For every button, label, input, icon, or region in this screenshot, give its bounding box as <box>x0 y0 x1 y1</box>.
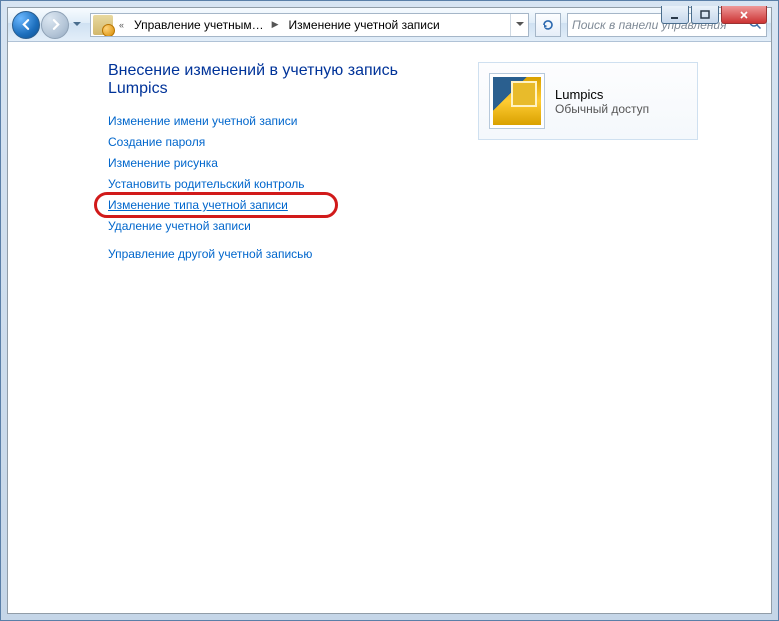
control-panel-icon <box>93 15 113 35</box>
breadcrumb-parent[interactable]: Управление учетным… <box>128 14 268 36</box>
chevron-left-icon: « <box>115 20 128 30</box>
page-title: Внесение изменений в учетную запись Lump… <box>108 62 438 98</box>
account-role: Обычный доступ <box>555 102 649 116</box>
link-manage-other-account[interactable]: Управление другой учетной записью <box>108 247 438 261</box>
minimize-button[interactable] <box>661 6 689 24</box>
link-parental-control[interactable]: Установить родительский контроль <box>108 177 438 191</box>
navigation-bar: « Управление учетным… ▶ Изменение учетно… <box>8 8 771 42</box>
history-dropdown-icon[interactable] <box>70 15 84 35</box>
chevron-right-icon: ▶ <box>268 19 283 30</box>
link-change-name[interactable]: Изменение имени учетной записи <box>108 114 438 128</box>
address-bar[interactable]: « Управление учетным… ▶ Изменение учетно… <box>90 13 529 37</box>
back-button[interactable] <box>12 11 40 39</box>
link-change-account-type[interactable]: Изменение типа учетной записи <box>108 198 288 212</box>
refresh-button[interactable] <box>535 13 561 37</box>
link-create-password[interactable]: Создание пароля <box>108 135 438 149</box>
breadcrumb-label: Управление учетным… <box>134 18 264 32</box>
link-delete-account[interactable]: Удаление учетной записи <box>108 219 438 233</box>
breadcrumb-current[interactable]: Изменение учетной записи <box>283 14 444 36</box>
avatar-image <box>493 77 541 125</box>
avatar <box>489 73 545 129</box>
address-dropdown-icon[interactable] <box>510 14 528 36</box>
content-area: Внесение изменений в учетную запись Lump… <box>8 42 771 613</box>
account-card: Lumpics Обычный доступ <box>478 62 698 140</box>
forward-button <box>41 11 69 39</box>
window-controls <box>661 6 767 24</box>
maximize-button[interactable] <box>691 6 719 24</box>
close-button[interactable] <box>721 6 767 24</box>
link-change-picture[interactable]: Изменение рисунка <box>108 156 438 170</box>
breadcrumb-label: Изменение учетной записи <box>289 18 440 32</box>
account-name: Lumpics <box>555 87 649 102</box>
